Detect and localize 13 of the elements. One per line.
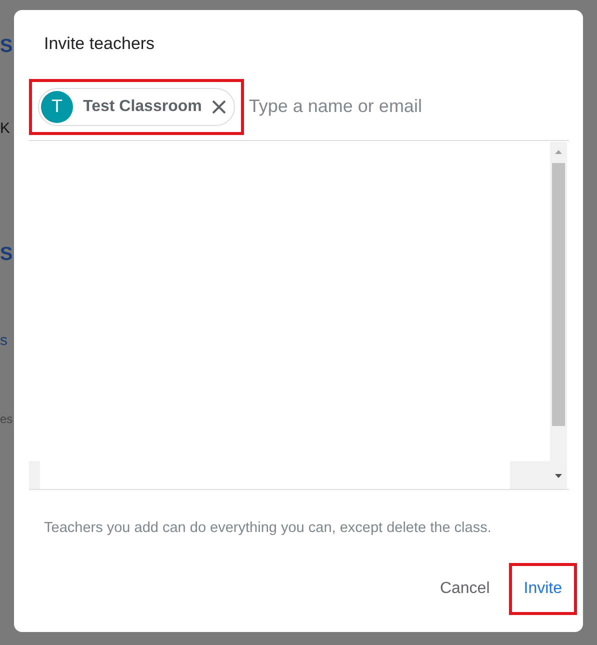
- recipient-name: Test Classroom: [83, 98, 202, 116]
- dialog-title: Invite teachers: [44, 34, 156, 55]
- close-icon[interactable]: [212, 100, 226, 114]
- background-text: K: [0, 119, 12, 139]
- scrollbar[interactable]: [550, 142, 567, 489]
- cancel-button[interactable]: Cancel: [430, 568, 500, 610]
- background-text: S: [0, 35, 14, 59]
- recipient-chip[interactable]: T Test Classroom: [38, 88, 235, 126]
- background-text: S: [0, 243, 14, 267]
- background-text: s: [0, 331, 8, 351]
- info-text: Teachers you add can do everything you can, except delete the class.: [44, 519, 492, 538]
- invite-button[interactable]: Invite: [514, 568, 572, 610]
- avatar: T: [41, 90, 73, 122]
